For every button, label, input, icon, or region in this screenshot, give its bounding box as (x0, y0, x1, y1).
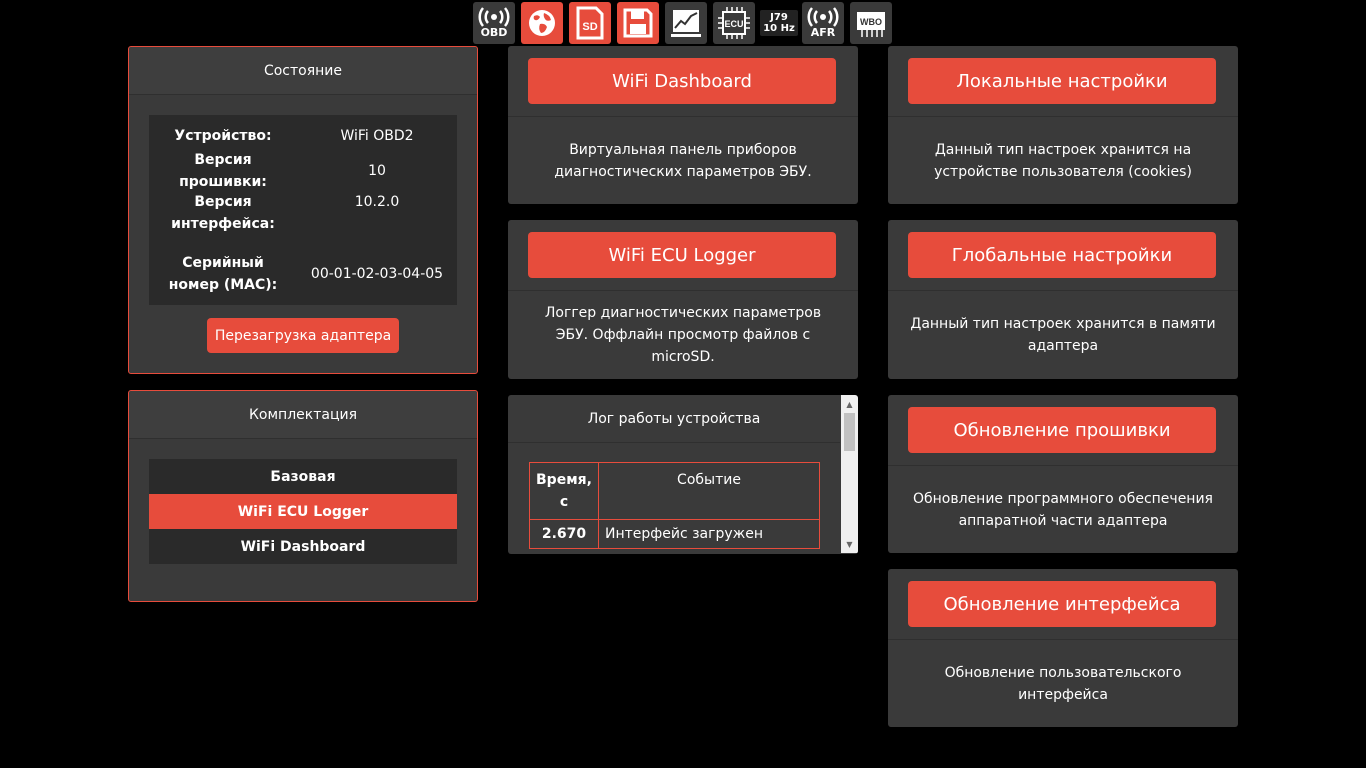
floppy-disk-icon (623, 8, 653, 38)
kit-panel: Комплектация Базовая WiFi ECU Logger WiF… (128, 390, 478, 602)
firmware-update-button[interactable]: Обновление прошивки (908, 407, 1216, 453)
global-settings-button[interactable]: Глобальные настройки (908, 232, 1216, 278)
log-time: 2.670 (529, 519, 599, 549)
sd-card-icon: SD (576, 6, 604, 40)
j79-protocol-indicator[interactable]: J79 10 Hz (760, 10, 798, 36)
logger-card: WiFi ECU Logger Логгер диагностических п… (508, 220, 858, 379)
global-settings-card: Глобальные настройки Данный тип настроек… (888, 220, 1238, 379)
wbo-button[interactable]: WBO (850, 2, 892, 44)
j79-label: J79 (770, 12, 788, 23)
interface-update-button[interactable]: Обновление интерфейса (908, 581, 1216, 627)
obd-label: OBD (480, 26, 508, 39)
sd-card-button[interactable]: SD (569, 2, 611, 44)
logger-description: Логгер диагностических параметров ЭБУ. О… (508, 290, 858, 379)
web-button[interactable] (521, 2, 563, 44)
scroll-down-icon[interactable]: ▼ (841, 537, 858, 551)
ecu-chip-icon: ECU (718, 7, 750, 39)
kit-item-basic[interactable]: Базовая (149, 459, 457, 494)
log-header-row: Время, с Событие (529, 462, 820, 520)
device-info-table: Устройство: WiFi OBD2 Версия прошивки: 1… (149, 115, 457, 305)
interface-update-description: Обновление пользовательского интерфейса (888, 639, 1238, 727)
kit-item-ecu-logger[interactable]: WiFi ECU Logger (149, 494, 457, 529)
ecu-button[interactable]: ECU (713, 2, 755, 44)
save-button[interactable] (617, 2, 659, 44)
kit-list: Базовая WiFi ECU Logger WiFi Dashboard (149, 459, 457, 564)
info-value: 00-01-02-03-04-05 (310, 266, 444, 282)
log-table: Время, с Событие 2.670 Интерфейс загруже… (529, 462, 820, 549)
info-row-serial: Серийный номер (MAC): 00-01-02-03-04-05 (149, 247, 457, 301)
log-col-time: Время, с (529, 462, 599, 520)
wifi-dashboard-button[interactable]: WiFi Dashboard (528, 58, 836, 104)
log-row: 2.670 Интерфейс загружен (529, 519, 820, 549)
info-key: Версия прошивки: (179, 152, 267, 190)
global-settings-description: Данный тип настроек хранится в памяти ад… (888, 290, 1238, 379)
reboot-adapter-button[interactable]: Перезагрузка адаптера (207, 318, 399, 353)
line-chart-icon (671, 10, 701, 37)
scroll-thumb[interactable] (844, 413, 855, 451)
ecu-label: ECU (724, 19, 743, 29)
wbo-chip-icon: WBO (857, 12, 885, 37)
info-row-device: Устройство: WiFi OBD2 (149, 119, 457, 153)
log-title: Лог работы устройства (508, 395, 840, 443)
chart-button[interactable] (665, 2, 707, 44)
obd-status-button[interactable]: OBD (473, 2, 515, 44)
dashboard-card: WiFi Dashboard Виртуальная панель прибор… (508, 46, 858, 204)
afr-status-button[interactable]: AFR (802, 2, 844, 44)
status-panel: Состояние Устройство: WiFi OBD2 Версия п… (128, 46, 478, 374)
log-scrollbar[interactable]: ▲ ▼ (841, 395, 858, 553)
interface-update-card: Обновление интерфейса Обновление пользов… (888, 569, 1238, 727)
info-value: WiFi OBD2 (340, 128, 414, 144)
wireless-icon (807, 7, 839, 27)
afr-label: AFR (810, 26, 836, 39)
j79-frequency: 10 Hz (763, 23, 795, 34)
local-settings-button[interactable]: Локальные настройки (908, 58, 1216, 104)
info-row-interface: Версия интерфейса: 10.2.0 (149, 189, 457, 247)
log-event: Интерфейс загружен (598, 519, 820, 549)
dashboard-description: Виртуальная панель приборов диагностичес… (508, 116, 858, 204)
local-settings-description: Данный тип настроек хранится на устройст… (888, 116, 1238, 204)
sd-label: SD (582, 21, 597, 33)
local-settings-card: Локальные настройки Данный тип настроек … (888, 46, 1238, 204)
info-key: Устройство: (174, 128, 272, 144)
wbo-label: WBO (860, 17, 882, 27)
firmware-update-description: Обновление программного обеспечения аппа… (888, 465, 1238, 553)
kit-item-dashboard[interactable]: WiFi Dashboard (149, 529, 457, 564)
globe-icon (529, 10, 555, 36)
device-log-panel: Лог работы устройства Время, с Событие 2… (508, 395, 858, 554)
info-key: Версия интерфейса: (171, 194, 275, 232)
wireless-icon (478, 7, 510, 27)
log-col-event: Событие (598, 462, 820, 520)
firmware-update-card: Обновление прошивки Обновление программн… (888, 395, 1238, 553)
info-value: 10.2.0 (354, 194, 400, 210)
wifi-ecu-logger-button[interactable]: WiFi ECU Logger (528, 232, 836, 278)
info-key: Серийный номер (MAC): (168, 255, 278, 293)
status-title: Состояние (129, 47, 477, 95)
info-row-firmware: Версия прошивки: 10 (149, 152, 457, 190)
info-value: 10 (368, 163, 386, 179)
scroll-up-icon[interactable]: ▲ (841, 397, 858, 411)
kit-title: Комплектация (129, 391, 477, 439)
